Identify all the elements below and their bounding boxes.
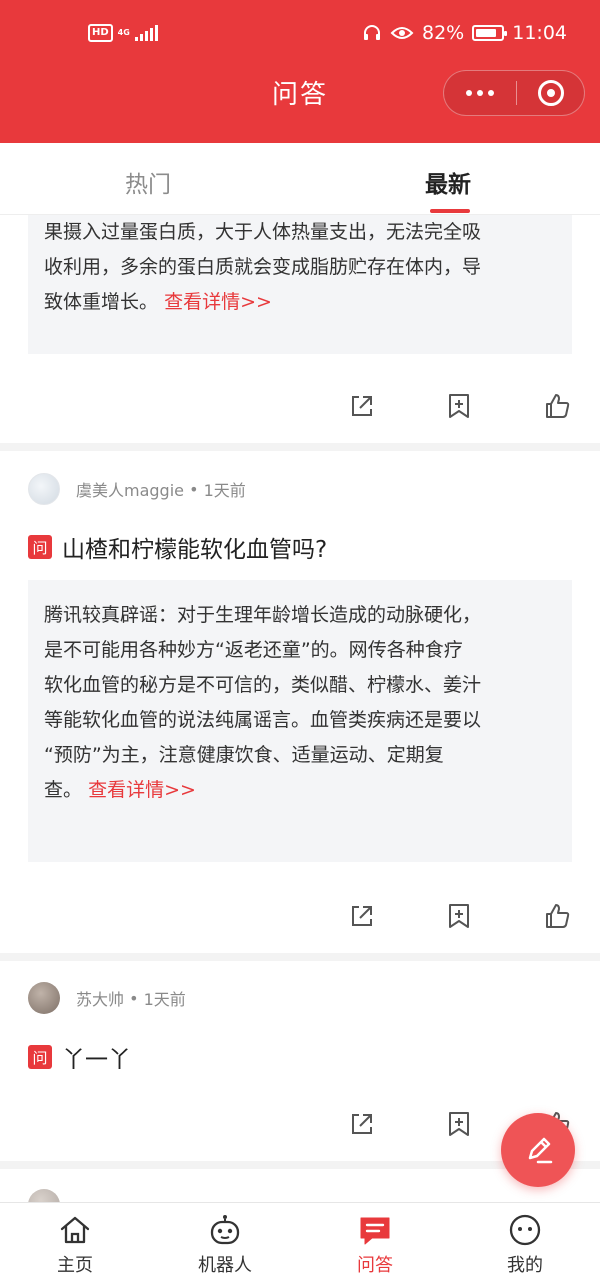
question-title[interactable]: 山楂和柠檬能软化血管吗? [62,530,327,564]
bookmark-add-icon[interactable] [444,391,474,421]
nav-label: 问答 [357,1255,393,1276]
view-details-link[interactable]: 查看详情>> [164,291,272,313]
nav-item-home[interactable]: 主页 [0,1203,150,1283]
battery-percent: 82% [422,22,465,44]
question-row[interactable]: 问 丫一丫 [28,1040,131,1074]
post-time: 1天前 [203,481,246,500]
feed-list[interactable]: 果摄入过量蛋白质，大于人体热量支出，无法完全吸 收利用，多余的蛋白质就会变成脂肪… [0,215,600,1202]
pencil-icon [528,1137,553,1164]
battery-icon [472,25,508,41]
thumbs-up-icon[interactable] [542,391,572,421]
author-row: 苏大帅 • 1天前 [28,982,186,1014]
nav-label: 我的 [507,1255,543,1276]
active-tab-indicator [430,209,470,213]
answer-line: 软化血管的秘方是不可信的，类似醋、柠檬水、姜汁 [44,674,482,696]
headphones-icon [364,25,380,40]
answer-line: 腾讯较真辟谣：对于生理年龄增长造成的动脉硬化， [44,604,482,626]
answer-line: 收利用，多余的蛋白质就会变成脂肪贮存在体内，导 [44,256,482,278]
signal-icon [134,25,158,41]
question-badge: 问 [28,1045,52,1069]
avatar[interactable] [28,982,60,1014]
capsule-close-button[interactable] [517,80,584,106]
capsule-close-icon [537,80,564,106]
thumbs-up-icon[interactable] [542,901,572,931]
card-actions [0,901,600,941]
question-title[interactable]: 丫一丫 [62,1040,131,1074]
status-right: 82% 11:04 [362,22,567,44]
nav-item-profile[interactable]: 我的 [450,1203,600,1283]
author-name[interactable]: 苏大帅 [76,986,124,1010]
answer-line: 致体重增长。 [44,291,159,313]
clock: 11:04 [512,22,567,44]
answer-line: 果摄入过量蛋白质，大于人体热量支出，无法完全吸 [44,221,482,243]
feed-tabs: 热门 最新 [0,143,600,215]
card-separator [0,953,600,961]
author-name[interactable]: 虞美人maggie [76,477,184,501]
nav-item-qa[interactable]: 问答 [300,1203,450,1283]
question-badge: 问 [28,535,52,559]
card-separator [0,443,600,451]
status-bar: HD 4G 82% 11:04 [0,0,600,70]
avatar[interactable] [28,1189,60,1202]
author-row [28,1189,76,1202]
meta-dot: • [184,479,204,499]
nav-label: 机器人 [198,1255,252,1276]
bookmark-add-icon[interactable] [444,901,474,931]
answer-line: 是不可能用各种妙方“返老还童”的。网传各种食疗 [44,639,463,661]
tab-latest[interactable]: 最新 [425,165,471,199]
nav-item-robot[interactable]: 机器人 [150,1203,300,1283]
answer-snippet[interactable]: 果摄入过量蛋白质，大于人体热量支出，无法完全吸 收利用，多余的蛋白质就会变成脂肪… [28,215,572,354]
bookmark-add-icon[interactable] [444,1109,474,1139]
answer-snippet[interactable]: 腾讯较真辟谣：对于生理年龄增长造成的动脉硬化， 是不可能用各种妙方“返老还童”的… [28,580,572,862]
view-details-link[interactable]: 查看详情>> [88,779,196,801]
nav-label: 主页 [57,1255,93,1276]
robot-icon [210,1215,240,1245]
post-time: 1天前 [143,990,186,1009]
share-icon[interactable] [347,901,377,931]
author-row: 虞美人maggie • 1天前 [28,473,246,505]
share-icon[interactable] [347,1109,377,1139]
home-icon [60,1216,90,1244]
profile-face-icon [509,1214,541,1246]
compose-question-button[interactable] [501,1113,575,1187]
answer-line: 查。 [44,779,83,801]
network-type: 4G [117,28,130,37]
answer-line: “预防”为主，注意健康饮食、适量运动、定期复 [44,744,444,766]
meta-dot: • [124,988,144,1008]
share-icon[interactable] [347,391,377,421]
answer-line: 等能软化血管的说法纯属谣言。血管类疾病还是要以 [44,709,482,731]
bottom-nav: 主页 机器人 问答 我的 [0,1202,600,1283]
card-actions [0,391,600,431]
avatar[interactable] [28,473,60,505]
hd-badge: HD [88,24,113,42]
network-indicators: HD 4G [88,24,158,42]
question-row[interactable]: 问 山楂和柠檬能软化血管吗? [28,530,327,564]
miniprogram-capsule [443,70,585,116]
app-header: HD 4G 82% 11:04 问答 [0,0,600,143]
eye-comfort-icon [390,27,414,39]
more-dots-icon[interactable] [444,71,516,115]
tab-hot[interactable]: 热门 [125,165,171,199]
qa-chat-icon [360,1217,390,1245]
